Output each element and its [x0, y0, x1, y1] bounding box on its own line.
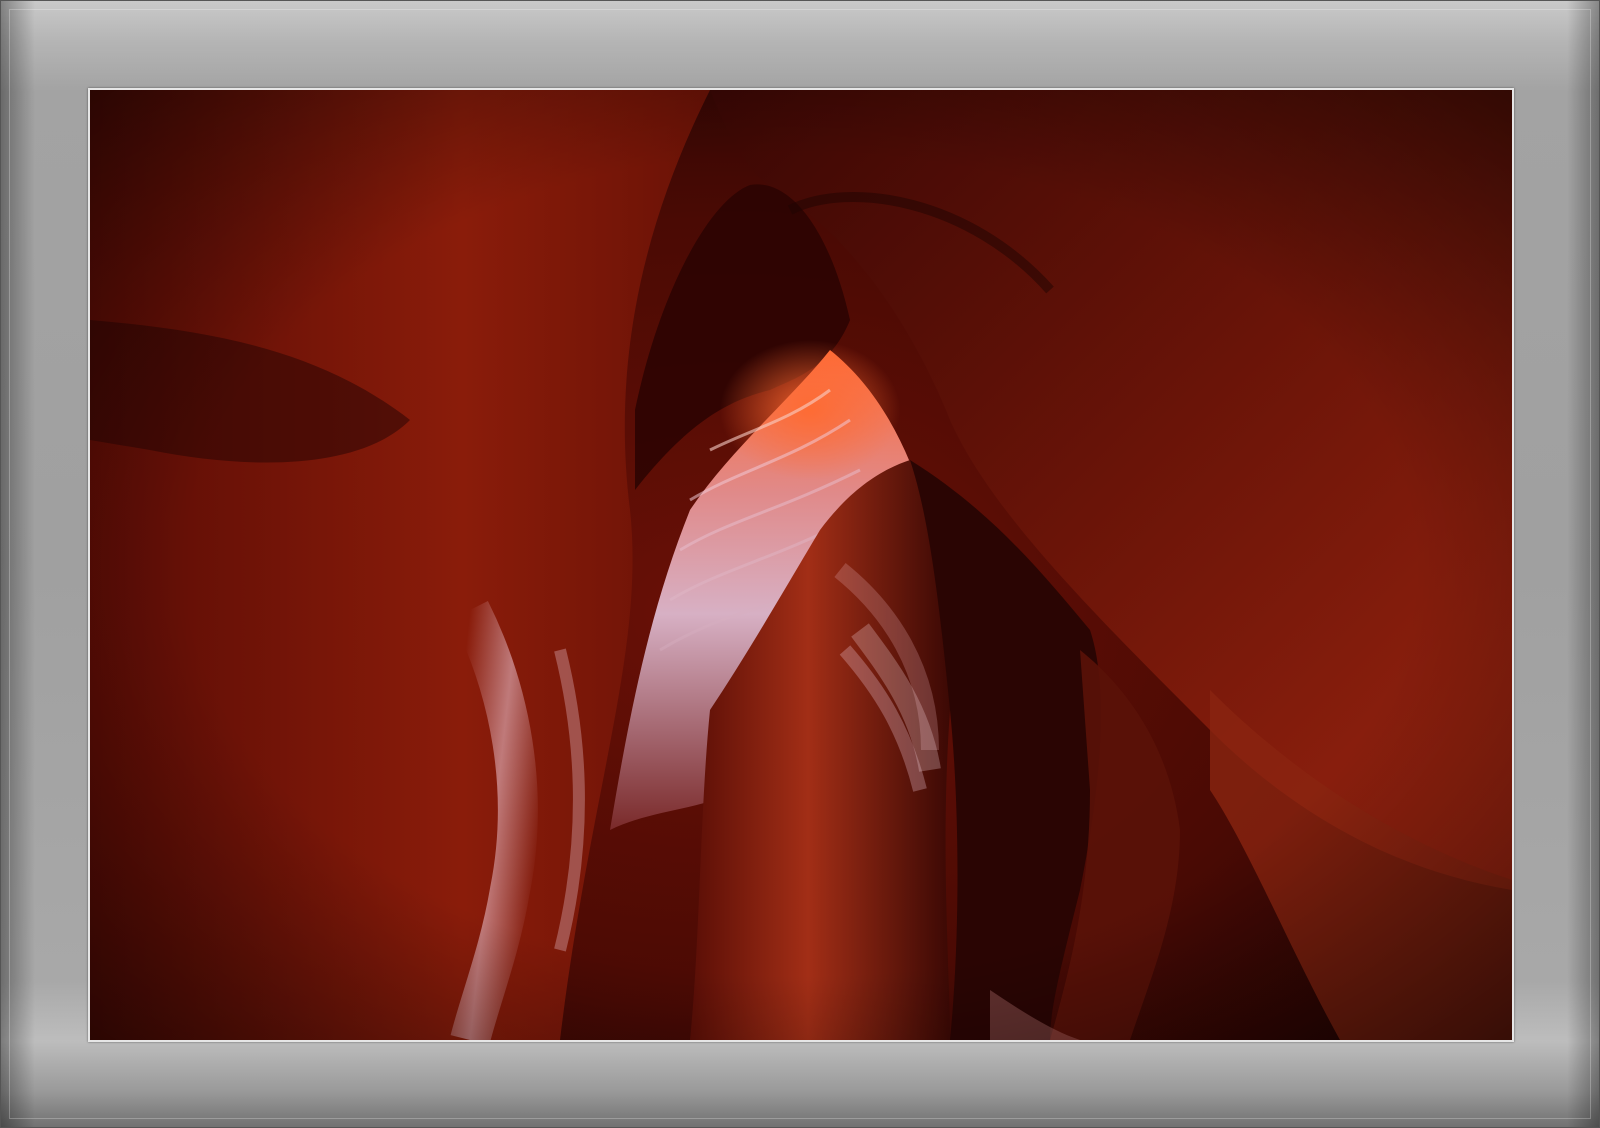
picture-frame	[0, 0, 1600, 1128]
slot-canyon-photo	[90, 90, 1512, 1040]
